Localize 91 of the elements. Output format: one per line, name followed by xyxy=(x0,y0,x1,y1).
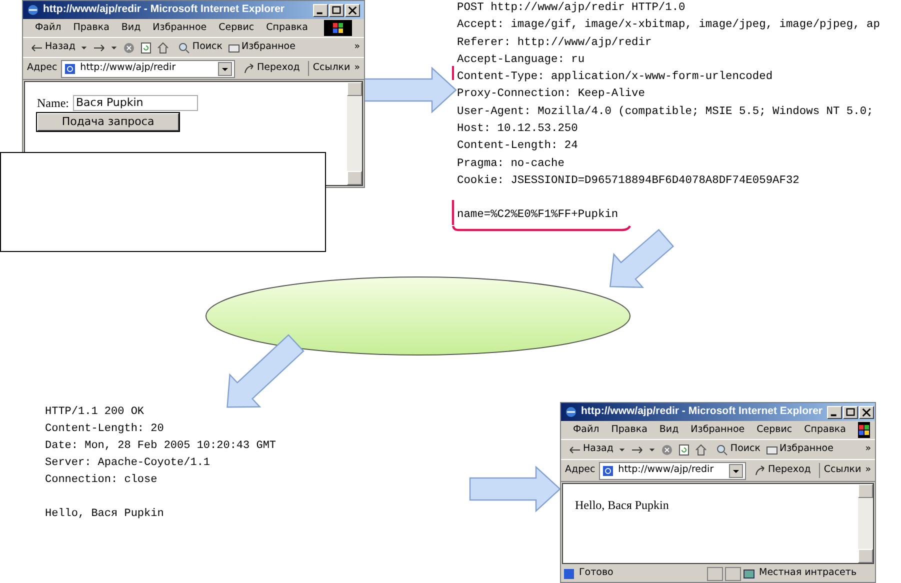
home-icon xyxy=(695,444,708,456)
response-line: Date: Mon, 28 Feb 2005 10:20:43 GMT xyxy=(45,439,276,454)
close-icon[interactable] xyxy=(858,406,874,418)
links-label[interactable]: Ссылки xyxy=(308,61,350,76)
folder-icon xyxy=(228,42,240,54)
response-body: Hello, Вася Pupkin xyxy=(45,507,165,522)
menu-item[interactable]: Справка xyxy=(266,20,308,36)
dropdown-arrow-icon xyxy=(648,446,656,454)
url-text: http://www/ajp/redir xyxy=(80,61,177,76)
go-arrow-icon xyxy=(242,62,255,74)
maximize-icon[interactable] xyxy=(842,406,858,418)
status-text: Готово xyxy=(579,566,614,580)
request-line: Referer: http://www/ajp/redir xyxy=(457,36,652,51)
go-button[interactable]: Переход xyxy=(750,463,815,478)
response-line: HTTP/1.1 200 OK xyxy=(45,405,146,420)
forward-arrow-icon xyxy=(631,444,644,456)
back-button[interactable]: Назад xyxy=(31,40,76,55)
menu-item[interactable]: Файл xyxy=(35,20,62,36)
menu-item[interactable]: Избранное xyxy=(152,20,207,36)
dropdown-arrow-icon xyxy=(618,446,626,454)
search-icon xyxy=(716,444,728,456)
favorites-button[interactable]: Избранное xyxy=(766,442,834,457)
search-button[interactable]: Поиск xyxy=(716,442,761,457)
refresh-icon xyxy=(140,42,152,54)
folder-icon xyxy=(766,444,778,456)
menu-item[interactable]: Вид xyxy=(659,422,679,438)
request-line: Content-Type: application/x-www-form-urlencoded xyxy=(457,70,773,86)
submit-button[interactable]: Подача запроса xyxy=(37,113,179,131)
highlight-line xyxy=(452,66,454,80)
request-line: Accept-Language: ru xyxy=(457,52,585,68)
maximize-icon[interactable] xyxy=(329,4,344,16)
request-body: name=%C2%E0%F1%FF+Pupkin xyxy=(457,208,618,224)
field-label: Name: xyxy=(37,95,69,112)
back-arrow-icon xyxy=(31,42,43,54)
window-title: http://www/ajp/redir - Microsoft Internet Explorer xyxy=(581,404,823,420)
more-chevron[interactable]: » xyxy=(865,442,871,457)
back-button[interactable]: Назад xyxy=(569,442,614,457)
menu-item[interactable]: Избранное xyxy=(690,422,745,438)
status-panel xyxy=(707,566,723,580)
menu-item[interactable]: Справка xyxy=(804,422,846,438)
minimize-icon[interactable] xyxy=(313,4,328,16)
links-label[interactable]: Ссылки xyxy=(818,463,862,478)
address-field[interactable]: http://www/ajp/redir xyxy=(61,60,235,78)
go-button[interactable]: Переход xyxy=(238,61,304,76)
stop-icon xyxy=(661,444,674,456)
address-label: Адрес xyxy=(565,463,596,478)
stop-icon xyxy=(123,42,136,54)
page-text: Hello, Вася Pupkin xyxy=(575,498,669,512)
minimize-icon[interactable] xyxy=(826,406,842,418)
menu-item[interactable]: Правка xyxy=(611,422,648,438)
more-chevron[interactable]: » xyxy=(865,463,871,478)
window-title: http://www/ajp/redir - Microsoft Internet Explorer xyxy=(43,2,286,18)
request-line: Cookie: JSESSIONID=D965718894BF6D4078A8DF74E059AF32 xyxy=(457,174,800,189)
scrollbar[interactable] xyxy=(347,82,362,185)
menu-item[interactable]: Сервис xyxy=(756,422,792,438)
zone-text: Местная интрасеть xyxy=(759,566,857,580)
name-field[interactable]: Вася Pupkin xyxy=(73,95,198,111)
home-icon xyxy=(157,42,170,54)
request-line: Pragma: no-cache xyxy=(457,156,564,172)
go-arrow-icon xyxy=(754,464,766,476)
status-panel xyxy=(725,566,741,580)
back-arrow-icon xyxy=(569,444,581,456)
request-line: POST http://www/ajp/redir HTTP/1.0 xyxy=(457,0,686,16)
request-line: User-Agent: Mozilla/4.0 (compatible; MSIE 5.5; Windows NT 5.0; xyxy=(457,104,874,120)
forward-arrow-icon xyxy=(93,42,106,54)
flag-icon xyxy=(332,22,344,34)
more-chevron[interactable]: » xyxy=(354,40,360,55)
url-text: http://www/ajp/redir xyxy=(618,463,715,478)
search-icon xyxy=(178,42,190,54)
request-line: Host: 10.12.53.250 xyxy=(457,122,578,138)
address-field[interactable]: http://www/ajp/redir xyxy=(599,462,746,480)
address-label: Адрес xyxy=(27,61,58,76)
search-button[interactable]: Поиск xyxy=(178,40,223,55)
dropdown-arrow-icon xyxy=(110,44,118,52)
menu-item[interactable]: Правка xyxy=(73,20,110,36)
refresh-icon xyxy=(678,444,690,456)
response-line: Content-Length: 20 xyxy=(45,422,165,437)
menu-item[interactable]: Файл xyxy=(573,422,600,438)
more-chevron[interactable]: » xyxy=(354,61,360,76)
menu-item[interactable]: Сервис xyxy=(218,20,254,36)
request-line: Content-Length: 24 xyxy=(457,138,578,154)
favorites-button[interactable]: Избранное xyxy=(228,40,296,55)
dropdown-arrow-icon xyxy=(80,44,88,52)
response-line: Server: Apache-Coyote/1.1 xyxy=(45,456,212,471)
request-line: Proxy-Connection: Keep-Alive xyxy=(457,86,645,102)
close-icon[interactable] xyxy=(345,4,360,16)
block-arrow xyxy=(609,228,674,288)
response-line: Connection: close xyxy=(45,473,158,488)
scrollbar[interactable] xyxy=(858,484,873,563)
menu-item[interactable]: Вид xyxy=(121,20,141,36)
request-line: Accept: image/gif, image/x-xbitmap, image/jpeg, image/pjpeg, ap xyxy=(457,18,880,34)
